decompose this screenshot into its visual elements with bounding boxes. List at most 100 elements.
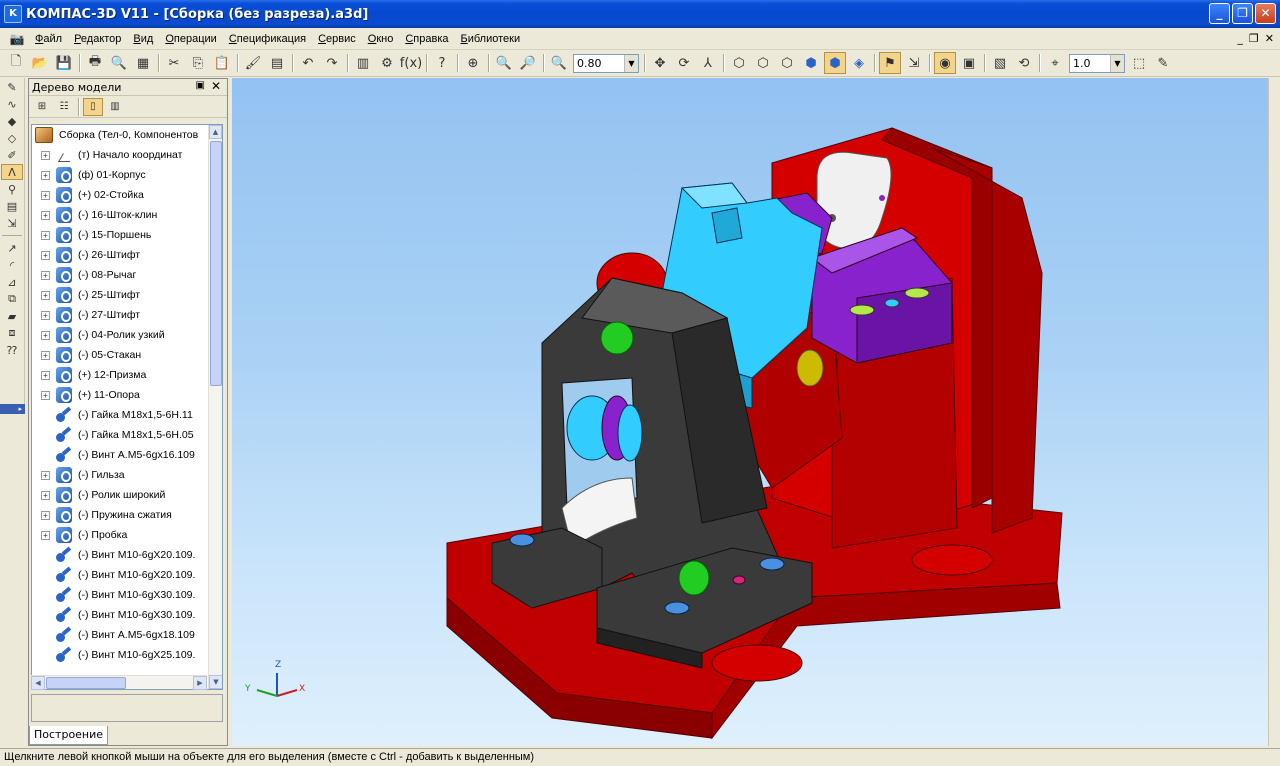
expand-icon[interactable]: + xyxy=(41,150,50,160)
tree-view-icon[interactable]: ☷ xyxy=(54,98,74,116)
menu-view[interactable]: Вид xyxy=(127,29,159,49)
open-folder-icon[interactable]: 📂 xyxy=(29,52,51,74)
tree-item[interactable]: (-) Винт А.М5-6gx16.109 xyxy=(32,445,222,465)
zoom-out-icon[interactable]: 🔎 xyxy=(517,52,539,74)
doc-restore-button[interactable]: ❐ xyxy=(1249,32,1259,45)
pan-icon[interactable]: ✥ xyxy=(649,52,671,74)
expand-icon[interactable]: + xyxy=(41,330,50,340)
tree-item[interactable]: + (-) 04-Ролик узкий xyxy=(32,325,222,345)
menu-service[interactable]: Сервис xyxy=(312,29,362,49)
cut-icon[interactable]: ✂ xyxy=(163,52,185,74)
assembly-model[interactable] xyxy=(232,78,1268,746)
tree-item[interactable]: + (т) Начало координат xyxy=(32,145,222,165)
tree-mode-icon[interactable]: ▥ xyxy=(105,98,125,116)
model-tree-icon[interactable]: ▥ xyxy=(352,52,374,74)
3d-viewport[interactable]: Z Y X xyxy=(232,78,1280,746)
menu-operations[interactable]: Операции xyxy=(159,29,222,49)
tree-item[interactable]: (-) Винт А.М5-6gx18.109 xyxy=(32,625,222,645)
rebuild-icon[interactable]: ▧ xyxy=(989,52,1011,74)
dimension-tool-icon[interactable]: ⊿ xyxy=(1,274,23,290)
filter-icon[interactable]: ⚑ xyxy=(879,52,901,74)
tree-structure-icon[interactable]: ⊞ xyxy=(32,98,52,116)
expand-icon[interactable]: + xyxy=(41,370,50,380)
undo-icon[interactable]: ↶ xyxy=(297,52,319,74)
tree-item[interactable]: (-) Гайка M18x1,5-6H.11 xyxy=(32,405,222,425)
tree-item[interactable]: + (-) 08-Рычаг xyxy=(32,265,222,285)
scroll-up-icon[interactable]: ▲ xyxy=(209,125,222,139)
doc-minimize-button[interactable]: _ xyxy=(1237,32,1243,45)
expand-icon[interactable]: + xyxy=(41,290,50,300)
new-document-icon[interactable]: 🗋 xyxy=(5,52,27,74)
save-icon[interactable]: 💾 xyxy=(53,52,75,74)
copy-tool-icon[interactable]: ⧉ xyxy=(1,291,23,307)
tree-item[interactable]: + (ф) 01-Корпус xyxy=(32,165,222,185)
tree-item[interactable]: + (-) 15-Поршень xyxy=(32,225,222,245)
scroll-right-icon[interactable]: ▶ xyxy=(193,676,207,690)
step-combo[interactable]: 1.0 ▼ xyxy=(1069,53,1125,73)
aux-geometry-icon[interactable]: ◇ xyxy=(1,130,23,146)
copy-properties-icon[interactable]: ▦ xyxy=(132,52,154,74)
thin-lines-icon[interactable]: ⬡ xyxy=(776,52,798,74)
menu-file[interactable]: Файл xyxy=(29,29,68,49)
curves-icon[interactable]: ∿ xyxy=(1,96,23,112)
zoom-scale-combo[interactable]: 0.80 ▼ xyxy=(573,53,639,73)
expand-icon[interactable]: + xyxy=(41,390,50,400)
arc-tool-icon[interactable]: ◜ xyxy=(1,257,23,273)
scroll-left-icon[interactable]: ◀ xyxy=(31,676,45,690)
tree-root[interactable]: Сборка (Тел-0, Компонентов xyxy=(32,125,222,145)
measure-icon[interactable]: ✐ xyxy=(1,147,23,163)
tree-item[interactable]: + (-) 25-Штифт xyxy=(32,285,222,305)
plate-tool-icon[interactable]: ▰ xyxy=(1,308,23,324)
local-cs-icon[interactable]: ⬚ xyxy=(1128,52,1150,74)
paste-icon[interactable]: 📋 xyxy=(211,52,233,74)
edit-icon[interactable]: ✎ xyxy=(1152,52,1174,74)
zoom-in-icon[interactable]: 🔍 xyxy=(493,52,515,74)
maximize-button[interactable]: ❐ xyxy=(1232,3,1253,24)
wireframe-icon[interactable]: ⬡ xyxy=(728,52,750,74)
tree-item[interactable]: (-) Гайка M18x1,5-6H.05 xyxy=(32,425,222,445)
expand-icon[interactable]: + xyxy=(41,170,50,180)
menu-editor[interactable]: Редактор xyxy=(68,29,127,49)
format-brush-icon[interactable]: 🖌 xyxy=(242,52,264,74)
minimize-button[interactable]: _ xyxy=(1209,3,1230,24)
horizontal-scrollbar[interactable]: ◀ ▶ xyxy=(31,675,207,690)
tree-item[interactable]: + (-) 05-Стакан xyxy=(32,345,222,365)
show-all-icon[interactable]: ◉ xyxy=(934,52,956,74)
chevron-down-icon[interactable]: ▼ xyxy=(624,54,638,72)
tree-item[interactable]: + (-) 27-Штифт xyxy=(32,305,222,325)
report-icon[interactable]: ⇲ xyxy=(1,215,23,231)
tree-item[interactable]: (-) Винт М10-6gX25.109. xyxy=(32,645,222,665)
variables-icon[interactable]: f(x) xyxy=(400,52,422,74)
expand-icon[interactable]: + xyxy=(41,210,50,220)
tree-item[interactable]: + (-) Пробка xyxy=(32,525,222,545)
tree-item[interactable]: + (+) 12-Призма xyxy=(32,365,222,385)
viewport-scrollbar[interactable] xyxy=(1268,78,1280,746)
pin-icon[interactable]: ▣ xyxy=(196,80,205,91)
perspective-icon[interactable]: ◈ xyxy=(848,52,870,74)
document-manager-icon[interactable]: ▤ xyxy=(266,52,288,74)
line-tool-icon[interactable]: ↗ xyxy=(1,240,23,256)
tree-item[interactable]: (-) Винт М10-6gX20.109. xyxy=(32,565,222,585)
query-tool-icon[interactable]: ⁇ xyxy=(1,342,23,358)
chevron-down-icon[interactable]: ▼ xyxy=(1110,54,1124,72)
zoom-scale-icon[interactable]: 🔍 xyxy=(548,52,570,74)
edit-assembly-icon[interactable]: ✎ xyxy=(1,79,23,95)
vertical-scrollbar[interactable]: ▲ ▼ xyxy=(208,125,222,689)
menu-window[interactable]: Окно xyxy=(362,29,400,49)
filter-icon[interactable]: ⚲ xyxy=(1,181,23,197)
scroll-thumb[interactable] xyxy=(210,141,222,386)
help-cursor-icon[interactable]: ? xyxy=(431,52,453,74)
copy-icon[interactable]: ⎘ xyxy=(187,52,209,74)
zoom-window-icon[interactable]: ⊕ xyxy=(462,52,484,74)
mate-tool-icon[interactable]: ⧈ xyxy=(1,325,23,341)
document-icon[interactable]: 📷 xyxy=(8,30,26,48)
tree-item[interactable]: + (-) 26-Штифт xyxy=(32,245,222,265)
expand-icon[interactable]: + xyxy=(41,190,50,200)
orientation-icon[interactable]: ⅄ xyxy=(697,52,719,74)
doc-close-button[interactable]: ✕ xyxy=(1265,32,1274,45)
scroll-thumb[interactable] xyxy=(46,677,126,689)
snap-icon[interactable]: ⇲ xyxy=(903,52,925,74)
tree-item[interactable]: (-) Винт М10-6gX30.109. xyxy=(32,585,222,605)
expand-icon[interactable]: + xyxy=(41,230,50,240)
print-preview-icon[interactable]: 🔍 xyxy=(108,52,130,74)
